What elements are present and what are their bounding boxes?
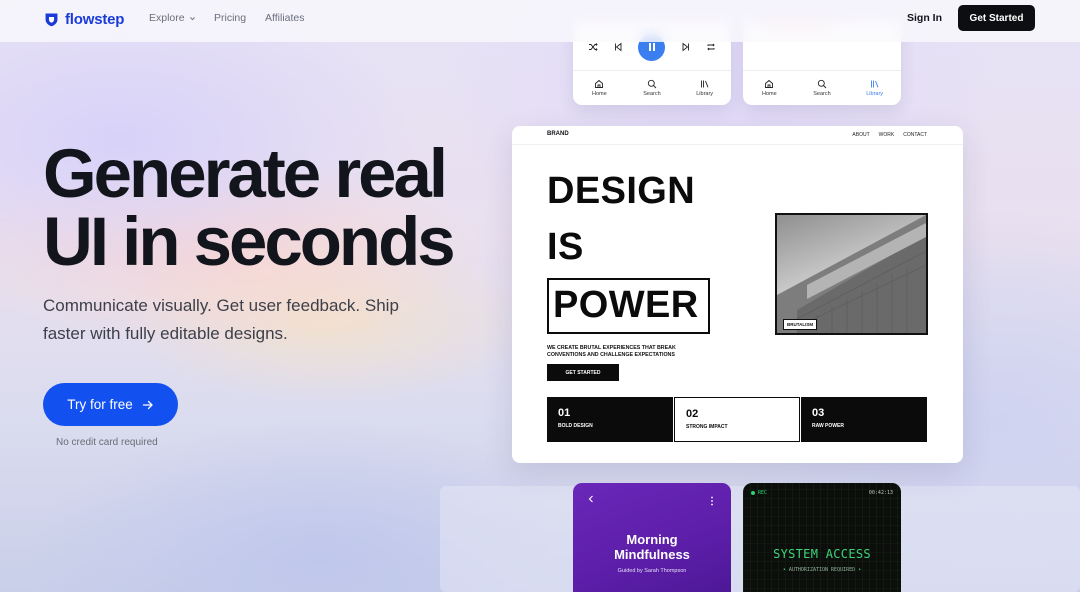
tab-search-label: Search: [813, 91, 831, 97]
arrow-right-icon: [142, 400, 153, 409]
brand-logo[interactable]: flowstep: [43, 8, 124, 30]
more-vertical-icon[interactable]: [709, 495, 715, 507]
site-get-started-button[interactable]: GET STARTED: [547, 364, 619, 381]
home-icon: [595, 79, 604, 88]
chevron-down-icon: [189, 16, 195, 20]
photo-label: BRUTALISM: [783, 319, 818, 330]
subtitle-line-1: Communicate visually. Get user feedback.…: [43, 296, 399, 315]
tab-search[interactable]: Search: [802, 79, 842, 97]
session-guide: Guided by Sarah Thompson: [617, 568, 687, 574]
hero-word-is: IS: [547, 226, 584, 268]
home-icon: [765, 79, 774, 88]
authorization-note: • AUTHORIZATION REQUIRED •: [743, 567, 901, 573]
session-title-line-1: Morning: [626, 532, 678, 547]
skip-next-icon[interactable]: [681, 42, 691, 52]
timer: 00:42:13: [868, 490, 893, 496]
nav-pricing[interactable]: Pricing: [214, 12, 246, 24]
get-started-button[interactable]: Get Started: [958, 5, 1035, 31]
tab-search-label: Search: [643, 91, 661, 97]
headline-line-1: Generate real: [43, 135, 448, 212]
try-for-free-button[interactable]: Try for free: [43, 383, 178, 426]
bullet-icon: •: [858, 567, 862, 573]
feature-card: 02 STRONG IMPACT: [674, 397, 800, 442]
authorization-text: AUTHORIZATION REQUIRED: [788, 567, 856, 573]
building-photo: BRUTALISM: [775, 213, 928, 335]
hero-word-design: DESIGN: [547, 170, 696, 212]
no-credit-card-note: No credit card required: [56, 437, 158, 448]
skip-previous-icon[interactable]: [613, 42, 623, 52]
terminal-access-card: REC 00:42:13 SYSTEM ACCESS • AUTHORIZATI…: [743, 483, 901, 592]
tab-library-label: Library: [696, 91, 714, 97]
site-navbar: BRAND ABOUT WORK CONTACT: [512, 126, 963, 145]
feature-title: BOLD DESIGN: [558, 423, 593, 429]
tab-home-label: Home: [591, 91, 607, 97]
site-link-about[interactable]: ABOUT: [852, 132, 869, 138]
shuffle-icon[interactable]: [588, 42, 598, 52]
tab-search[interactable]: Search: [632, 79, 672, 97]
feature-number: 03: [812, 407, 825, 419]
tab-home-label: Home: [761, 91, 777, 97]
feature-title: STRONG IMPACT: [686, 424, 728, 430]
feature-title: RAW POWER: [812, 423, 844, 429]
back-chevron-icon[interactable]: [587, 494, 595, 504]
tab-library-label: Library: [866, 91, 884, 97]
library-icon: [870, 80, 879, 88]
cta-label: Try for free: [67, 397, 133, 412]
nav-explore[interactable]: Explore: [149, 12, 196, 24]
bottom-tab-bar: Home Search Library: [743, 70, 901, 105]
session-title: Morning Mindfulness: [573, 532, 731, 562]
site-nav-links: ABOUT WORK CONTACT: [852, 132, 927, 138]
feature-number: 02: [686, 408, 699, 420]
library-icon: [700, 80, 709, 88]
nav-explore-label: Explore: [149, 12, 185, 24]
tagline-line-1: WE CREATE BRUTAL EXPERIENCES THAT BREAK: [547, 345, 676, 351]
system-access-title: SYSTEM ACCESS: [773, 547, 871, 561]
tab-home[interactable]: Home: [749, 79, 789, 97]
tab-library[interactable]: Library: [855, 79, 895, 97]
feature-card: 03 RAW POWER: [801, 397, 927, 442]
brutalist-site-preview: BRAND ABOUT WORK CONTACT DESIGN IS POWER…: [512, 126, 963, 463]
site-brand[interactable]: BRAND: [547, 131, 569, 137]
site-link-contact[interactable]: CONTACT: [903, 132, 927, 138]
flowstep-logo-icon: [45, 13, 58, 26]
tagline-line-2: CONVENTIONS AND CHALLENGE EXPECTATIONS: [547, 352, 675, 358]
meditation-app-card: Morning Mindfulness Guided by Sarah Thom…: [573, 483, 731, 592]
nav-affiliates[interactable]: Affiliates: [265, 12, 305, 24]
search-icon: [817, 79, 827, 89]
tab-library[interactable]: Library: [685, 79, 725, 97]
top-navbar: flowstep Explore Pricing Affiliates Sign…: [0, 0, 1080, 42]
recording-dot-icon: [751, 491, 755, 495]
bullet-icon: •: [782, 567, 786, 573]
brand-name: flowstep: [65, 10, 125, 28]
sign-in-link[interactable]: Sign In: [907, 12, 942, 24]
hero-headline: Generate real UI in seconds: [43, 135, 483, 280]
bottom-tab-bar: Home Search Library: [573, 70, 731, 105]
feature-card: 01 BOLD DESIGN: [547, 397, 673, 442]
pause-icon: [648, 43, 655, 51]
site-link-work[interactable]: WORK: [879, 132, 895, 138]
hero-word-power: POWER: [553, 284, 699, 326]
terminal-texture: [743, 483, 901, 592]
rec-label: REC: [758, 490, 768, 496]
session-title-line-2: Mindfulness: [614, 547, 690, 562]
search-icon: [647, 79, 657, 89]
headline-line-2: UI in seconds: [43, 203, 456, 280]
repeat-icon[interactable]: [706, 42, 716, 52]
site-tagline: WE CREATE BRUTAL EXPERIENCES THAT BREAK …: [547, 345, 747, 359]
building-image: [777, 215, 926, 333]
hero-subtitle: Communicate visually. Get user feedback.…: [43, 292, 443, 348]
subtitle-line-2: faster with fully editable designs.: [43, 324, 288, 343]
tab-home[interactable]: Home: [579, 79, 619, 97]
feature-number: 01: [558, 407, 571, 419]
